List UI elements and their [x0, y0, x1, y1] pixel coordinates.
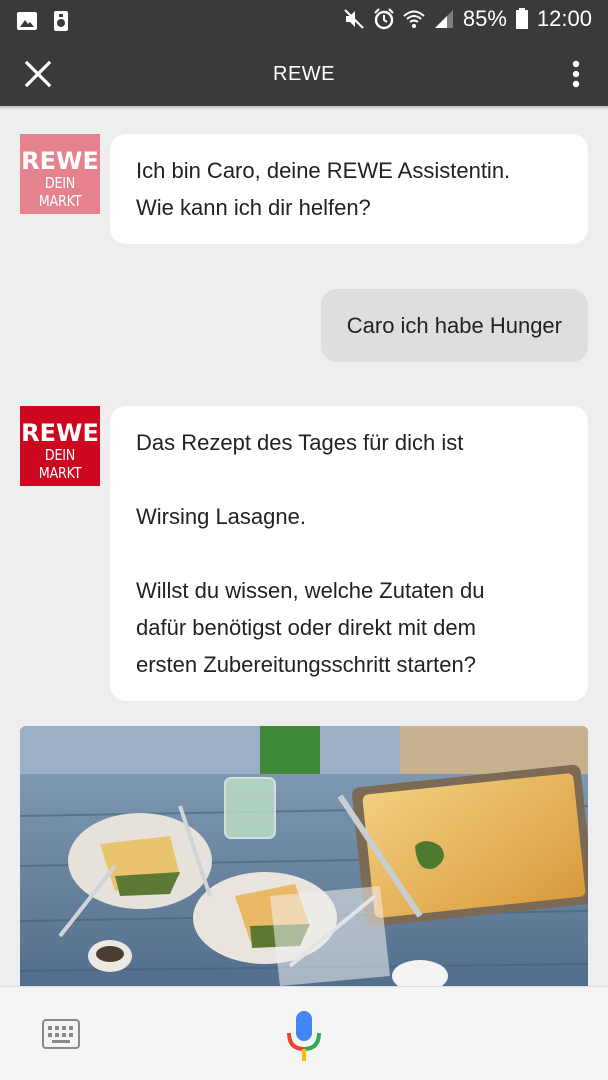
chat-thread[interactable]: REWE DEIN MARKT Ich bin Caro, deine REWE… [0, 106, 608, 986]
battery-percent: 85% [462, 6, 507, 31]
user-message: Caro ich habe Hunger [320, 289, 588, 362]
mic-icon[interactable] [284, 1009, 324, 1063]
avatar-logo-bottom: DEIN MARKT [38, 174, 82, 210]
message-line [136, 461, 562, 498]
message-line: Das Rezept des Tages für dich ist [136, 430, 464, 455]
message-line [136, 535, 562, 572]
recipe-photo [20, 726, 588, 986]
clock: 12:00 [536, 6, 592, 31]
image-icon [17, 12, 37, 30]
message-line: Wirsing Lasagne. [136, 504, 306, 529]
mute-icon [344, 9, 364, 29]
message-line: Caro ich habe Hunger [346, 313, 562, 338]
battery-icon [515, 8, 528, 29]
app-bar: REWE [0, 42, 608, 106]
input-bar [0, 986, 608, 1080]
message-line: dafür benötigst oder direkt mit dem [136, 615, 476, 640]
status-bar-right: 85% 12:00 [343, 6, 592, 32]
avatar-logo-top: REWE [21, 419, 99, 447]
status-bar-left [16, 10, 72, 32]
signal-icon [434, 10, 453, 28]
avatar-logo-bottom: DEIN MARKT [38, 446, 82, 482]
assistant-avatar: REWE DEIN MARKT [20, 134, 100, 214]
message-line: ersten Zubereitungsschritt starten? [136, 652, 476, 677]
message-line: Wie kann ich dir helfen? [136, 195, 371, 220]
status-bar: 85% 12:00 [0, 0, 608, 42]
message-line: Willst du wissen, welche Zutaten du [136, 578, 485, 603]
avatar-logo-top: REWE [21, 147, 99, 175]
wifi-icon [403, 10, 425, 28]
keyboard-icon[interactable] [42, 1019, 80, 1049]
bot-message: Ich bin Caro, deine REWE Assistentin. Wi… [110, 134, 588, 244]
message-line: Ich bin Caro, deine REWE Assistentin. [136, 158, 511, 183]
app-title: REWE [273, 63, 335, 85]
bot-message: Das Rezept des Tages für dich ist Wirsin… [110, 406, 588, 701]
storage-icon [54, 11, 68, 31]
alarm-icon [374, 8, 394, 30]
recipe-image-card[interactable] [20, 726, 588, 986]
assistant-avatar: REWE DEIN MARKT [20, 406, 100, 486]
more-vert-icon[interactable] [564, 56, 588, 92]
